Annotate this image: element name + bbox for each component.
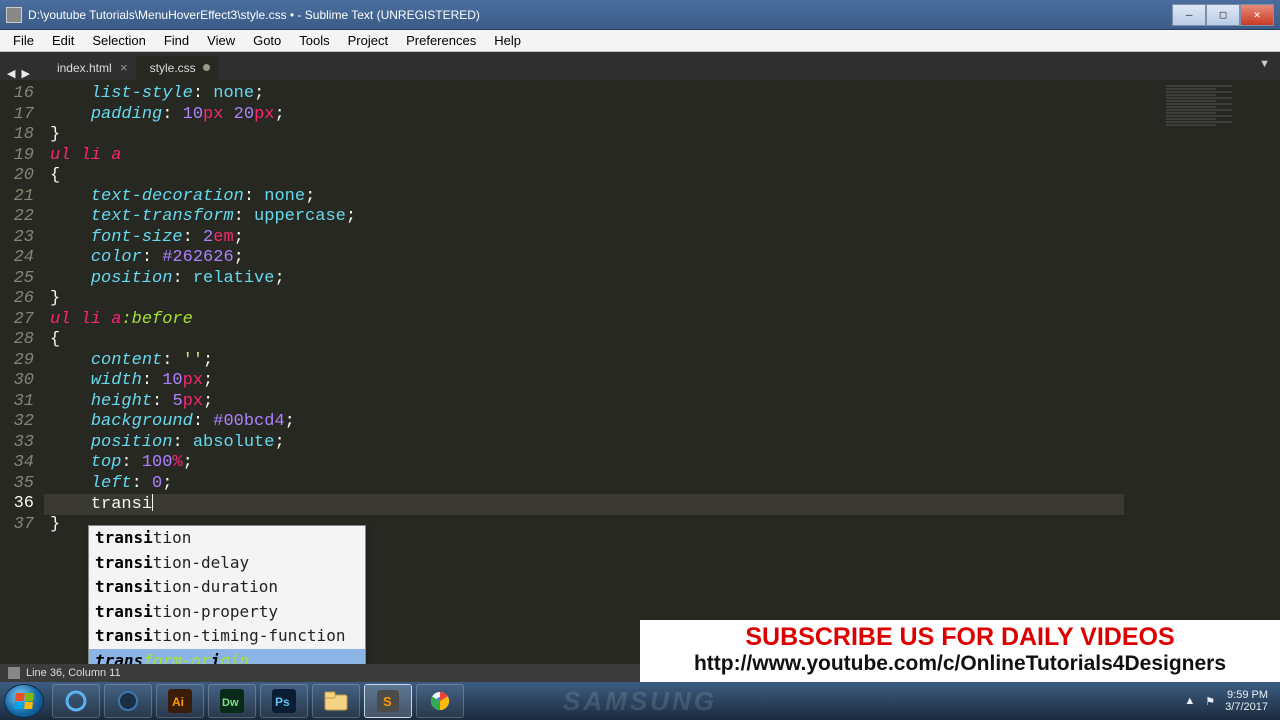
taskbar-chrome-icon[interactable] bbox=[416, 684, 464, 718]
menu-preferences[interactable]: Preferences bbox=[397, 31, 485, 50]
banner-line2: http://www.youtube.com/c/OnlineTutorials… bbox=[640, 652, 1280, 676]
menu-selection[interactable]: Selection bbox=[83, 31, 154, 50]
system-tray[interactable]: ▲ ⚑ 9:59 PM 3/7/2017 bbox=[1184, 689, 1276, 713]
close-tab-icon[interactable]: × bbox=[120, 60, 128, 75]
tabs-overflow-icon[interactable]: ▼ bbox=[1259, 58, 1270, 70]
tray-flag-icon[interactable]: ⚑ bbox=[1205, 695, 1215, 708]
window-title: D:\youtube Tutorials\MenuHoverEffect3\st… bbox=[28, 8, 1172, 22]
banner-line1: SUBSCRIBE US FOR DAILY VIDEOS bbox=[640, 623, 1280, 652]
start-button[interactable] bbox=[4, 684, 44, 718]
autocomplete-item[interactable]: transition bbox=[89, 526, 365, 551]
menu-bar: FileEditSelectionFindViewGotoToolsProjec… bbox=[0, 30, 1280, 52]
window-buttons: — □ ✕ bbox=[1172, 4, 1274, 26]
tab-index-html[interactable]: index.html× bbox=[43, 56, 134, 80]
menu-help[interactable]: Help bbox=[485, 31, 530, 50]
taskbar-chrome-canary-icon[interactable] bbox=[104, 684, 152, 718]
autocomplete-item[interactable]: transition-delay bbox=[89, 551, 365, 576]
code-editor[interactable]: 1617181920212223242526272829303132333435… bbox=[0, 80, 1280, 692]
menu-goto[interactable]: Goto bbox=[244, 31, 290, 50]
tab-row: ◀ ▶ index.html×style.css ▼ bbox=[0, 52, 1280, 80]
close-button[interactable]: ✕ bbox=[1240, 4, 1274, 26]
menu-file[interactable]: File bbox=[4, 31, 43, 50]
autocomplete-item[interactable]: transition-duration bbox=[89, 575, 365, 600]
line-number-gutter: 1617181920212223242526272829303132333435… bbox=[0, 80, 44, 535]
svg-text:Dw: Dw bbox=[222, 697, 239, 709]
taskbar-illustrator-icon[interactable]: Ai bbox=[156, 684, 204, 718]
nav-back-icon[interactable]: ◀ bbox=[4, 67, 18, 80]
svg-text:Ps: Ps bbox=[275, 695, 290, 709]
minimap[interactable] bbox=[1166, 84, 1276, 194]
svg-text:Ai: Ai bbox=[172, 695, 184, 709]
menu-project[interactable]: Project bbox=[339, 31, 397, 50]
autocomplete-item[interactable]: transition-timing-function bbox=[89, 624, 365, 649]
maximize-button[interactable]: □ bbox=[1206, 4, 1240, 26]
dirty-indicator-icon[interactable] bbox=[203, 64, 210, 71]
code-area[interactable]: list-style: none; padding: 10px 20px;}ul… bbox=[50, 84, 1124, 535]
tray-clock[interactable]: 9:59 PM 3/7/2017 bbox=[1225, 689, 1268, 713]
tray-expand-icon[interactable]: ▲ bbox=[1184, 695, 1195, 707]
menu-view[interactable]: View bbox=[198, 31, 244, 50]
svg-text:S: S bbox=[383, 694, 392, 709]
tab-style-css[interactable]: style.css bbox=[136, 56, 218, 80]
windows-logo-icon bbox=[14, 693, 34, 709]
taskbar-dreamweaver-icon[interactable]: Dw bbox=[208, 684, 256, 718]
menu-find[interactable]: Find bbox=[155, 31, 198, 50]
menu-tools[interactable]: Tools bbox=[290, 31, 338, 50]
menu-edit[interactable]: Edit bbox=[43, 31, 83, 50]
status-icon bbox=[8, 667, 20, 679]
promo-banner: SUBSCRIBE US FOR DAILY VIDEOS http://www… bbox=[640, 620, 1280, 682]
autocomplete-popup[interactable]: transitiontransition-delaytransition-dur… bbox=[88, 525, 366, 674]
taskbar-explorer-icon[interactable] bbox=[312, 684, 360, 718]
app-icon bbox=[6, 7, 22, 23]
status-text: Line 36, Column 11 bbox=[26, 667, 121, 679]
title-bar: D:\youtube Tutorials\MenuHoverEffect3\st… bbox=[0, 0, 1280, 30]
watermark: SAMSUNG bbox=[563, 686, 717, 717]
taskbar: Ai Dw Ps S SAMSUNG ▲ ⚑ 9:59 PM 3/7/2017 bbox=[0, 682, 1280, 720]
nav-forward-icon[interactable]: ▶ bbox=[18, 67, 32, 80]
autocomplete-item[interactable]: transition-property bbox=[89, 600, 365, 625]
taskbar-photoshop-icon[interactable]: Ps bbox=[260, 684, 308, 718]
taskbar-ie-icon[interactable] bbox=[52, 684, 100, 718]
minimize-button[interactable]: — bbox=[1172, 4, 1206, 26]
taskbar-sublime-icon[interactable]: S bbox=[364, 684, 412, 718]
nav-arrows: ◀ ▶ bbox=[4, 67, 33, 80]
